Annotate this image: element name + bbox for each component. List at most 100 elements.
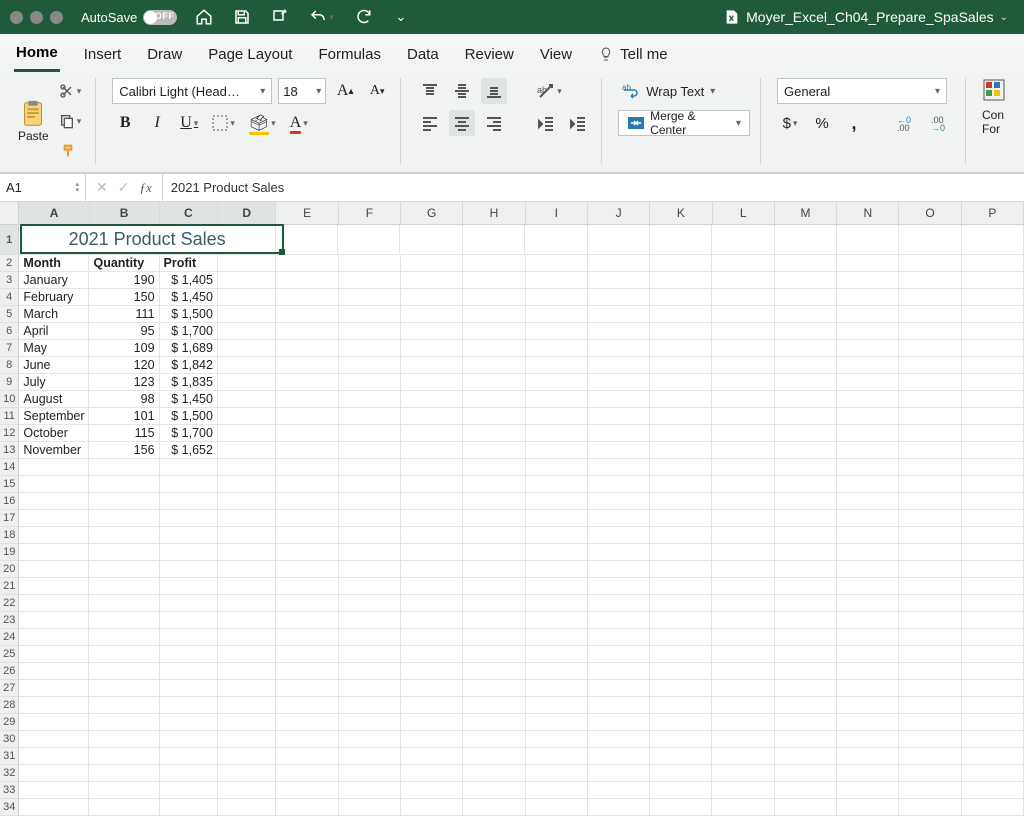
cell[interactable] (837, 493, 899, 510)
cell[interactable] (588, 340, 650, 357)
cell[interactable] (899, 323, 961, 340)
cell[interactable] (401, 714, 463, 731)
cell[interactable] (775, 510, 837, 527)
cell[interactable] (588, 510, 650, 527)
cell[interactable] (526, 714, 588, 731)
cell[interactable] (962, 646, 1024, 663)
cell[interactable] (276, 255, 338, 272)
cell[interactable] (401, 782, 463, 799)
cell[interactable] (160, 544, 218, 561)
cell[interactable] (276, 527, 338, 544)
cell[interactable] (218, 561, 276, 578)
cell[interactable] (588, 612, 650, 629)
cell[interactable] (588, 225, 650, 255)
cell[interactable] (463, 646, 525, 663)
cell[interactable] (526, 544, 588, 561)
cell[interactable] (899, 731, 961, 748)
cell[interactable] (160, 510, 218, 527)
cell[interactable] (401, 272, 463, 289)
cell[interactable] (775, 357, 837, 374)
cell[interactable] (526, 323, 588, 340)
cell[interactable] (837, 731, 899, 748)
cell[interactable] (339, 629, 401, 646)
cell[interactable] (588, 561, 650, 578)
cell[interactable] (650, 425, 712, 442)
cell[interactable] (339, 595, 401, 612)
row-header[interactable]: 9 (0, 374, 19, 391)
cell[interactable] (837, 612, 899, 629)
row-header[interactable]: 14 (0, 459, 19, 476)
cell[interactable] (526, 561, 588, 578)
cell[interactable] (588, 357, 650, 374)
cell[interactable] (962, 510, 1024, 527)
zoom-dot[interactable] (50, 11, 63, 24)
cell[interactable]: 95 (89, 323, 159, 340)
cell[interactable] (962, 544, 1024, 561)
cell[interactable] (160, 680, 218, 697)
cell[interactable] (712, 561, 774, 578)
cell[interactable] (837, 782, 899, 799)
cell[interactable] (650, 255, 712, 272)
cell[interactable] (712, 527, 774, 544)
col-header-D[interactable]: D (218, 202, 276, 224)
cell[interactable] (650, 408, 712, 425)
cell[interactable] (160, 459, 218, 476)
cell[interactable] (650, 374, 712, 391)
cell[interactable] (899, 782, 961, 799)
cell[interactable] (339, 306, 401, 323)
borders-icon[interactable] (208, 110, 239, 136)
cell[interactable] (19, 493, 89, 510)
cell[interactable]: $ 1,700 (160, 425, 218, 442)
cell[interactable]: September (19, 408, 89, 425)
cell[interactable] (401, 408, 463, 425)
cell[interactable] (526, 527, 588, 544)
cell[interactable]: 123 (89, 374, 159, 391)
cell[interactable] (160, 782, 218, 799)
cell[interactable] (775, 340, 837, 357)
cell[interactable] (526, 697, 588, 714)
cell[interactable] (463, 272, 525, 289)
cell[interactable] (160, 663, 218, 680)
cell[interactable] (962, 578, 1024, 595)
cell[interactable] (650, 765, 712, 782)
format-painter-icon[interactable] (55, 138, 86, 164)
cell[interactable] (588, 408, 650, 425)
cell[interactable] (160, 527, 218, 544)
fx-icon[interactable]: ƒx (139, 180, 151, 196)
cell[interactable] (962, 442, 1024, 459)
cell[interactable] (463, 225, 525, 255)
cell[interactable] (526, 646, 588, 663)
cell[interactable] (899, 765, 961, 782)
toggle-icon[interactable]: OFF (143, 10, 177, 25)
row-header[interactable]: 26 (0, 663, 19, 680)
cell[interactable] (650, 595, 712, 612)
name-box[interactable]: A1 ▴▾ (0, 174, 86, 201)
cell[interactable]: $ 1,835 (160, 374, 218, 391)
decrease-font-icon[interactable]: A▾ (364, 78, 390, 104)
row-header[interactable]: 19 (0, 544, 19, 561)
tell-me[interactable]: Tell me (596, 42, 670, 71)
cell[interactable] (899, 595, 961, 612)
cell[interactable] (775, 289, 837, 306)
cell[interactable] (463, 493, 525, 510)
cell[interactable] (339, 493, 401, 510)
col-header-G[interactable]: G (401, 202, 463, 224)
cell[interactable] (218, 391, 276, 408)
cell[interactable] (899, 391, 961, 408)
cell[interactable] (401, 255, 463, 272)
cell[interactable] (775, 493, 837, 510)
row-header[interactable]: 28 (0, 697, 19, 714)
cell[interactable] (899, 629, 961, 646)
cell[interactable] (526, 357, 588, 374)
cell[interactable] (837, 680, 899, 697)
cell[interactable] (401, 323, 463, 340)
cell[interactable] (837, 272, 899, 289)
cell[interactable] (463, 561, 525, 578)
cell[interactable] (775, 595, 837, 612)
cell[interactable] (19, 527, 89, 544)
cell[interactable] (218, 255, 276, 272)
cell[interactable] (276, 391, 338, 408)
cell[interactable] (837, 595, 899, 612)
cell[interactable] (526, 595, 588, 612)
cell[interactable] (218, 357, 276, 374)
